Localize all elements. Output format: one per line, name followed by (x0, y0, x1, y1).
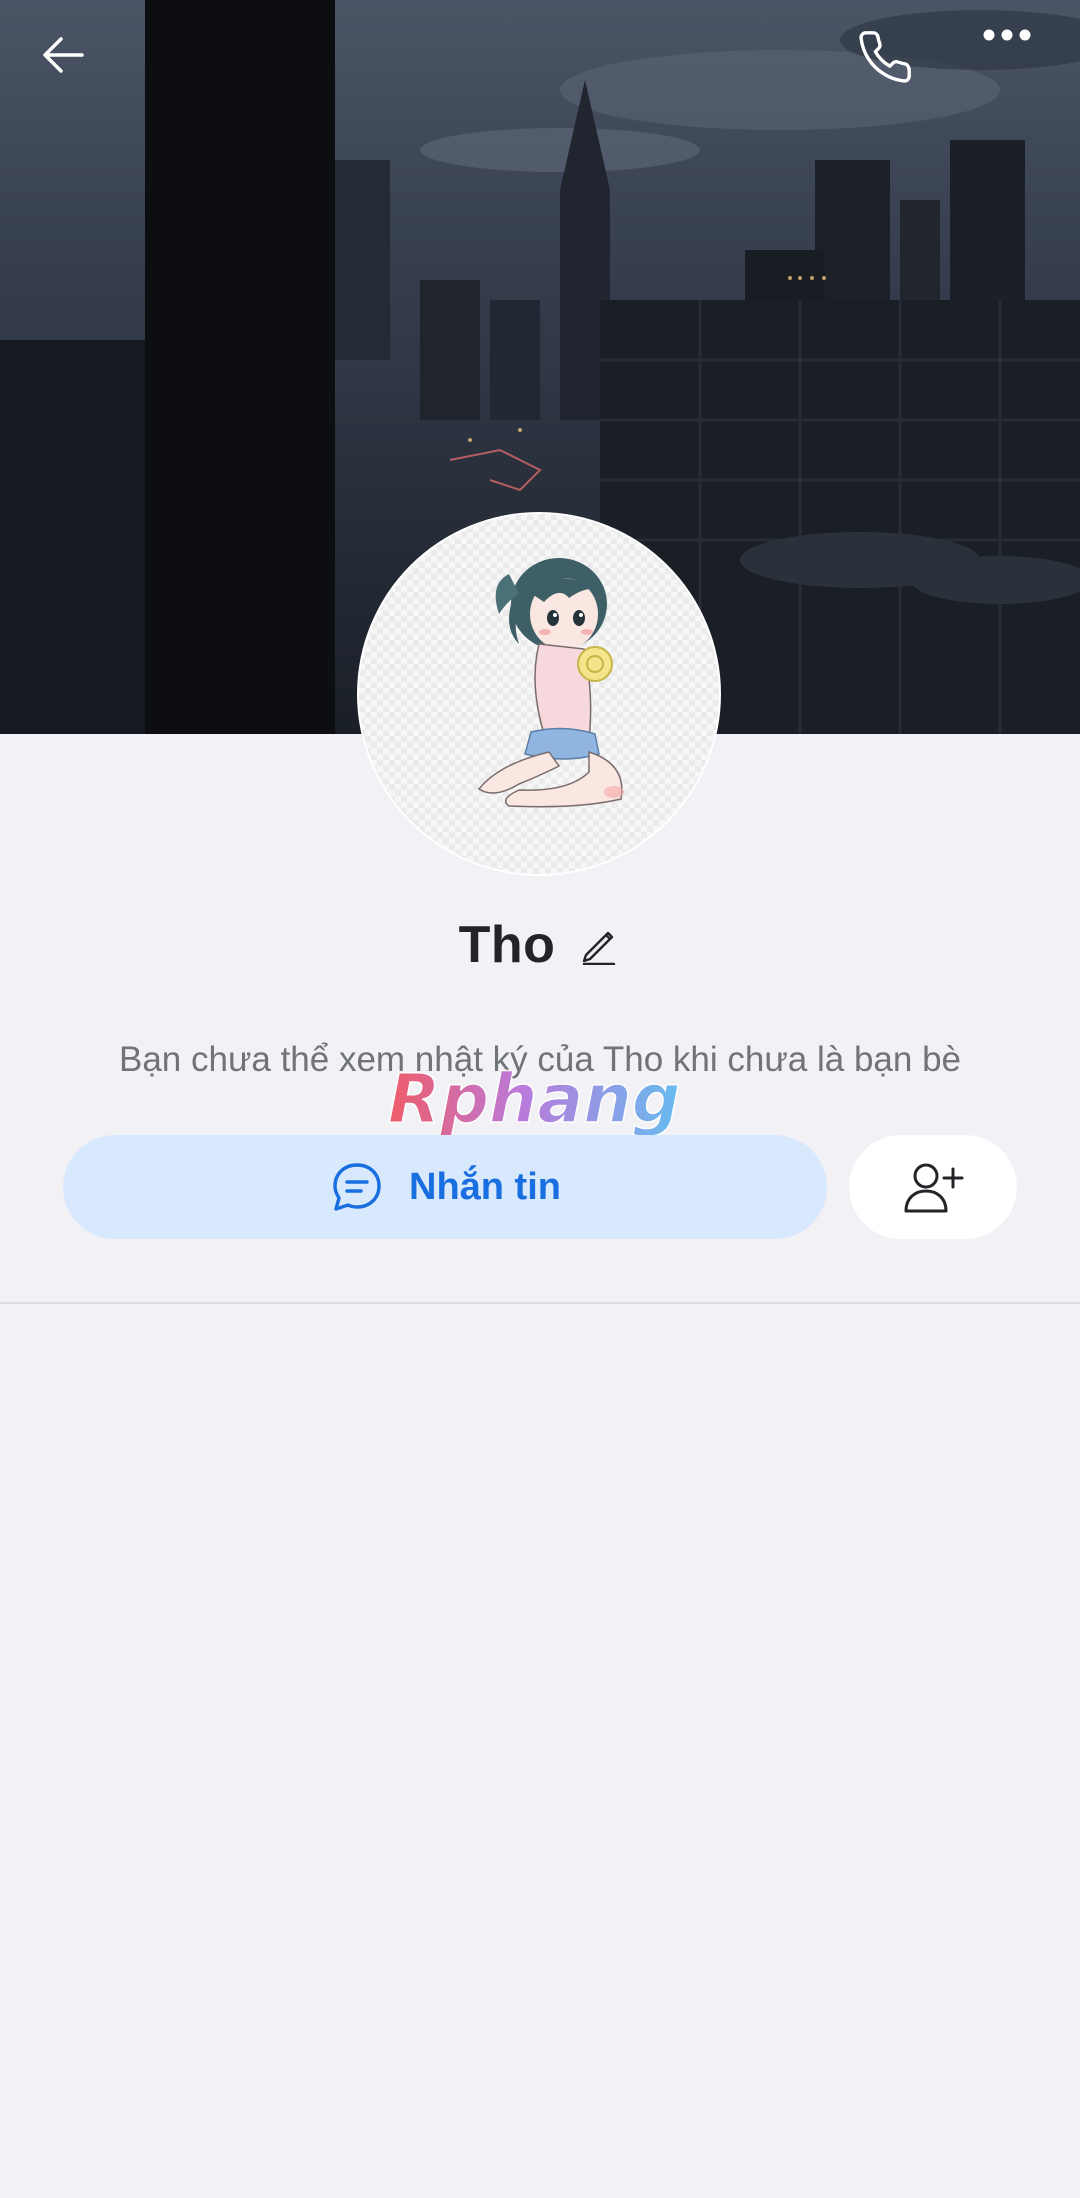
arrow-left-icon (43, 37, 84, 73)
section-divider (0, 1302, 1080, 1304)
watermark-logo: Rphang (387, 1059, 681, 1140)
message-button-label: Nhắn tin (409, 1165, 561, 1208)
more-horizontal-icon (983, 29, 1031, 41)
profile-screen: Tho Bạn chưa thể xem nhật ký của Tho khi… (0, 0, 1080, 2198)
call-button[interactable] (856, 28, 928, 100)
svg-text:Rphang: Rphang (388, 1060, 680, 1139)
user-plus-icon (904, 1163, 964, 1213)
message-button[interactable]: Nhắn tin (63, 1135, 827, 1239)
profile-avatar[interactable] (359, 514, 719, 874)
back-button[interactable] (36, 28, 108, 100)
edit-name-button[interactable] (577, 923, 621, 967)
add-friend-button[interactable] (849, 1135, 1017, 1239)
more-options-button[interactable] (982, 28, 1054, 100)
pencil-icon (583, 931, 616, 965)
phone-icon (859, 31, 911, 83)
profile-name: Tho (458, 916, 556, 974)
anime-girl-avatar-image (359, 514, 719, 874)
chat-bubble-icon (333, 1163, 381, 1211)
profile-name-row: Tho (0, 905, 1080, 985)
